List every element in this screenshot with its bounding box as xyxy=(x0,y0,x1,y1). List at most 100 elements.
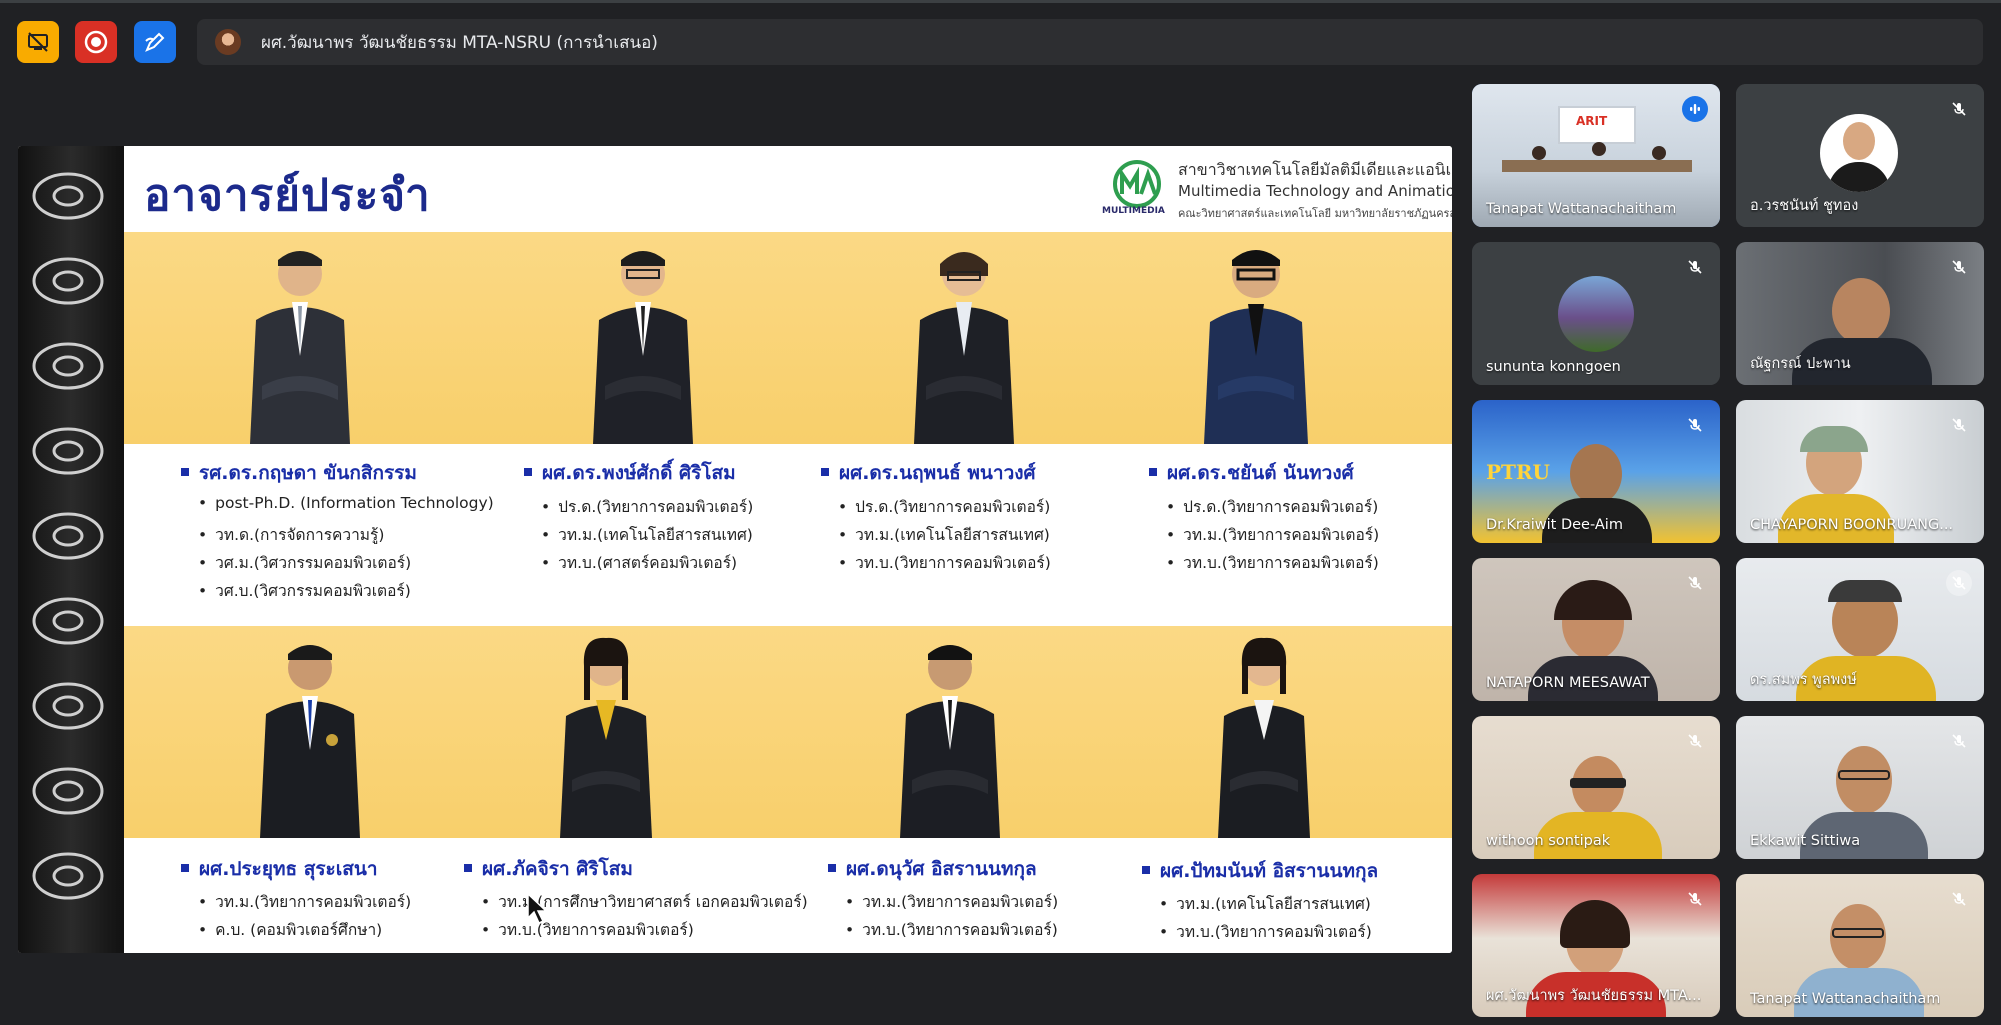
presenter-label: ผศ.วัฒนาพร วัฒนชัยธรรม MTA-NSRU (การนำเส… xyxy=(261,32,658,53)
mic-off-icon xyxy=(1688,260,1702,274)
participant-name: sununta konngoen xyxy=(1486,359,1621,375)
lecturer-name: ผศ.ดนุวัศ อิสรานนทกุล xyxy=(828,854,1037,884)
participant-tile[interactable]: Ekkawit Sittiwa xyxy=(1736,716,1984,859)
mic-muted-indicator xyxy=(1682,886,1708,912)
lecturer-name: ผศ.ประยุทธ สุระเสนา xyxy=(181,854,378,884)
slide-title: อาจารย์ประจำ xyxy=(144,170,431,221)
mic-muted-indicator xyxy=(1946,412,1972,438)
lecturer-name: รศ.ดร.กฤษดา ขันกสิกรรม xyxy=(181,458,417,488)
mic-off-icon xyxy=(1688,576,1702,590)
mic-off-icon xyxy=(1952,418,1966,432)
lecturer-degree: วท.ม.(เทคโนโลยีสารสนเทศ) xyxy=(838,522,1050,547)
lecturer-degree: วท.บ.(วิทยาการคอมพิวเตอร์) xyxy=(838,550,1051,575)
logo-wordmark: MULTIMEDIA xyxy=(1102,206,1165,216)
lecturer-degree: วท.ม.(วิทยาการคอมพิวเตอร์) xyxy=(198,889,411,914)
lecturer-degree: ปร.ด.(วิทยาการคอมพิวเตอร์) xyxy=(1166,494,1378,519)
mic-muted-indicator xyxy=(1946,96,1972,122)
participant-tile[interactable]: ARIT Tanapat Wattanachaitham xyxy=(1472,84,1720,227)
lecturer-degree: วท.ม.(เทคโนโลยีสารสนเทศ) xyxy=(1159,891,1371,916)
lecturer-photo xyxy=(240,236,360,444)
lecturer-degree: ปร.ด.(วิทยาการคอมพิวเตอร์) xyxy=(838,494,1050,519)
lecturer-name: ผศ.ดร.นฤพนธ์ พนาวงศ์ xyxy=(821,458,1036,488)
mic-muted-indicator xyxy=(1682,254,1708,280)
record-icon xyxy=(84,30,108,54)
lecturer-degree: วท.บ.(วิทยาการคอมพิวเตอร์) xyxy=(1166,550,1379,575)
mic-muted-indicator xyxy=(1946,728,1972,754)
participant-tile[interactable]: Tanapat Wattanachaitham xyxy=(1736,874,1984,1017)
participant-name: Tanapat Wattanachaitham xyxy=(1486,201,1677,217)
participant-name: ผศ.วัฒนาพร วัฒนชัยธรรม MTA... xyxy=(1486,988,1702,1004)
participant-name: Tanapat Wattanachaitham xyxy=(1750,991,1941,1007)
participant-tile[interactable]: ผศ.วัฒนาพร วัฒนชัยธรรม MTA... xyxy=(1472,874,1720,1017)
mic-muted-indicator xyxy=(1946,570,1972,596)
lecturer-degree: วท.ม.(เทคโนโลยีสารสนเทศ) xyxy=(541,522,753,547)
film-reel-icon xyxy=(32,172,104,900)
lecturer-degree: วท.บ.(วิทยาการคอมพิวเตอร์) xyxy=(1159,919,1372,944)
mic-off-icon xyxy=(1688,418,1702,432)
department-thai: สาขาวิชาเทคโนโลยีมัลติมีเดียและแอนิเมชัน xyxy=(1178,160,1452,179)
participant-name: CHAYAPORN BOONRUANG... xyxy=(1750,517,1954,533)
lecturer-photo xyxy=(583,236,703,444)
mic-muted-indicator xyxy=(1682,412,1708,438)
mouse-cursor-icon xyxy=(527,892,548,925)
presenter-bar[interactable]: ผศ.วัฒนาพร วัฒนชัยธรรม MTA-NSRU (การนำเส… xyxy=(197,19,1983,65)
participant-name: ณัฐกรณ์ ปะพาน xyxy=(1750,356,1851,372)
shared-slide: อาจารย์ประจำ MULTIMEDIA สาขาวิชาเทคโนโลย… xyxy=(18,146,1452,953)
stop-sharing-button[interactable] xyxy=(17,21,59,63)
lecturer-degree: ปร.ด.(วิทยาการคอมพิวเตอร์) xyxy=(541,494,753,519)
lecturer-degree: วท.บ.(ศาสตร์คอมพิวเตอร์) xyxy=(541,550,737,575)
mic-muted-indicator xyxy=(1946,254,1972,280)
lecturer-degree: วท.ม.(วิทยาการคอมพิวเตอร์) xyxy=(1166,522,1379,547)
lecturer-name: ผศ.ภัคจิรา ศิริโสม xyxy=(464,854,633,884)
lecturer-photo xyxy=(250,630,370,838)
lecturer-degree: วท.ม.(วิทยาการคอมพิวเตอร์) xyxy=(845,889,1058,914)
annotate-button[interactable] xyxy=(134,21,176,63)
participant-tile[interactable]: ณัฐกรณ์ ปะพาน xyxy=(1736,242,1984,385)
participant-name: ดร.สมพร พูลพงษ์ xyxy=(1750,672,1857,688)
mic-off-icon xyxy=(1952,892,1966,906)
presenter-avatar xyxy=(215,29,241,55)
mic-off-icon xyxy=(1952,576,1966,590)
participant-tile[interactable]: CHAYAPORN BOONRUANG... xyxy=(1736,400,1984,543)
participant-tile[interactable]: ดร.สมพร พูลพงษ์ xyxy=(1736,558,1984,701)
annotate-icon xyxy=(145,32,165,52)
participant-name: Dr.Kraiwit Dee-Aim xyxy=(1486,517,1623,533)
speaking-indicator xyxy=(1682,96,1708,122)
lecturer-name: ผศ.ดร.ชยันต์ นันทวงศ์ xyxy=(1149,458,1354,488)
lecturer-degree: วศ.ม.(วิศวกรรมคอมพิวเตอร์) xyxy=(198,550,411,575)
stop-sharing-icon xyxy=(28,32,48,52)
participant-tile[interactable]: withoon sontipak xyxy=(1472,716,1720,859)
audio-level-icon xyxy=(1690,104,1700,114)
window-top-border xyxy=(0,0,2001,3)
lecturer-photo xyxy=(904,236,1024,444)
lecturer-name: ผศ.ปัทมนันท์ อิสรานนทกุล xyxy=(1142,856,1378,886)
film-strip-decoration xyxy=(18,146,124,953)
participant-name: NATAPORN MEESAWAT xyxy=(1486,675,1650,691)
lecturer-degree: วท.บ.(วิทยาการคอมพิวเตอร์) xyxy=(845,917,1058,942)
mic-off-icon xyxy=(1688,892,1702,906)
mic-muted-indicator xyxy=(1682,728,1708,754)
lecturer-photo xyxy=(1204,630,1324,838)
participant-name: Ekkawit Sittiwa xyxy=(1750,833,1861,849)
participant-name: อ.วรชนันท์ ชูทอง xyxy=(1750,198,1859,214)
participant-tile[interactable]: PTRU Dr.Kraiwit Dee-Aim xyxy=(1472,400,1720,543)
mic-off-icon xyxy=(1952,260,1966,274)
lecturer-degree: วท.ด.(การจัดการความรู้) xyxy=(198,522,384,547)
mic-off-icon xyxy=(1952,734,1966,748)
participant-tile[interactable]: NATAPORN MEESAWAT xyxy=(1472,558,1720,701)
lecturer-degree: ค.บ. (คอมพิวเตอร์ศึกษา) xyxy=(198,917,382,942)
mic-muted-indicator xyxy=(1682,570,1708,596)
lecturer-name: ผศ.ดร.พงษ์ศักดิ์ ศิริโสม xyxy=(524,458,736,488)
lecturer-degree: วศ.บ.(วิศวกรรมคอมพิวเตอร์) xyxy=(198,578,411,603)
participant-tile[interactable]: sununta konngoen xyxy=(1472,242,1720,385)
lecturer-degree: วท.บ.(วิทยาการคอมพิวเตอร์) xyxy=(481,917,694,942)
lecturer-photo xyxy=(1196,236,1316,444)
lecturer-photo xyxy=(546,630,666,838)
participant-tile[interactable]: อ.วรชนันท์ ชูทอง xyxy=(1736,84,1984,227)
mic-muted-indicator xyxy=(1946,886,1972,912)
lecturer-degree: post-Ph.D. (Information Technology) xyxy=(198,494,494,512)
mic-off-icon xyxy=(1952,102,1966,116)
faculty-name: คณะวิทยาศาสตร์และเทคโนโลยี มหาวิทยาลัยรา… xyxy=(1178,207,1452,220)
record-button[interactable] xyxy=(75,21,117,63)
slide-header: อาจารย์ประจำ MULTIMEDIA สาขาวิชาเทคโนโลย… xyxy=(124,146,1452,232)
